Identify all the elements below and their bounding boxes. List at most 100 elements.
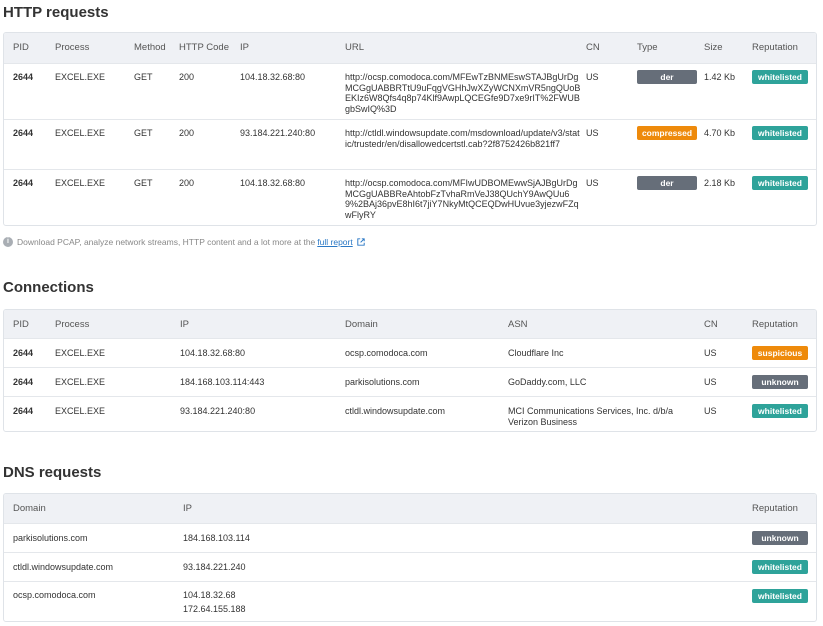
reputation-badge: whitelisted [752, 176, 808, 190]
domain-cell: ocsp.comodoca.com [345, 348, 428, 358]
ip-cell: 184.168.103.114 [183, 533, 250, 543]
cn-cell: US [586, 178, 599, 188]
ip-cell: 104.18.32.68:80 [180, 348, 246, 358]
col-cn: CN [586, 42, 600, 53]
col-url: URL [345, 42, 365, 53]
table-row[interactable]: 2644 EXCEL.EXE 104.18.32.68:80 ocsp.como… [4, 338, 816, 367]
type-badge: der [637, 70, 697, 84]
domain-cell: ocsp.comodoca.com [13, 590, 96, 600]
domain-cell: parkisolutions.com [13, 533, 88, 543]
ip-cell: 104.18.32.68:80 [240, 72, 306, 82]
size-cell: 4.70 Kb [704, 128, 736, 138]
ip-cell: 184.168.103.114:443 [180, 377, 265, 387]
process-cell: EXCEL.EXE [55, 128, 106, 138]
table-row[interactable]: 2644 EXCEL.EXE GET 200 104.18.32.68:80 h… [4, 169, 816, 225]
code-cell: 200 [179, 72, 195, 82]
table-row[interactable]: 2644 EXCEL.EXE GET 200 104.18.32.68:80 h… [4, 63, 816, 119]
cn-cell: US [586, 72, 599, 82]
col-process: Process [55, 42, 90, 53]
col-ip: IP [183, 503, 192, 514]
reputation-badge: whitelisted [752, 589, 808, 603]
note-text: Download PCAP, analyze network streams, … [17, 237, 316, 247]
url-cell[interactable]: http://ocsp.comodoca.com/MFEwTzBNMEswSTA… [345, 72, 581, 114]
reputation-badge: whitelisted [752, 560, 808, 574]
size-cell: 2.18 Kb [704, 178, 736, 188]
process-cell: EXCEL.EXE [55, 377, 106, 387]
table-row[interactable]: 2644 EXCEL.EXE 184.168.103.114:443 parki… [4, 367, 816, 396]
domain-cell: ctldl.windowsupdate.com [13, 562, 114, 572]
col-pid: PID [13, 319, 29, 330]
asn-cell: MCI Communications Services, Inc. d/b/a … [508, 406, 674, 427]
process-cell: EXCEL.EXE [55, 406, 106, 416]
ip-cell-secondary: 172.64.155.188 [183, 604, 246, 614]
table-row[interactable]: parkisolutions.com 184.168.103.114 unkno… [4, 523, 816, 552]
col-reputation: Reputation [752, 503, 798, 514]
process-cell: EXCEL.EXE [55, 72, 106, 82]
table-header: PID Process Method HTTP Code IP URL CN T… [4, 33, 816, 63]
pid-cell: 2644 [13, 178, 34, 188]
full-report-link[interactable]: full report [317, 237, 352, 247]
cn-cell: US [704, 348, 717, 358]
col-reputation: Reputation [752, 42, 798, 53]
url-cell[interactable]: http://ctldl.windowsupdate.com/msdownloa… [345, 128, 581, 149]
reputation-badge: whitelisted [752, 404, 808, 418]
code-cell: 200 [179, 128, 195, 138]
reputation-badge: unknown [752, 531, 808, 545]
ip-cell: 93.184.221.240:80 [180, 406, 256, 416]
method-cell: GET [134, 72, 153, 82]
table-row[interactable]: 2644 EXCEL.EXE GET 200 93.184.221.240:80… [4, 119, 816, 169]
cn-cell: US [704, 406, 717, 416]
table-row[interactable]: ocsp.comodoca.com 104.18.32.68 172.64.15… [4, 581, 816, 621]
ip-cell: 93.184.221.240:80 [240, 128, 316, 138]
col-size: Size [704, 42, 723, 53]
connections-title: Connections [3, 279, 94, 296]
domain-cell: parkisolutions.com [345, 377, 420, 387]
code-cell: 200 [179, 178, 195, 188]
table-header: Domain IP Reputation [4, 494, 816, 523]
col-asn: ASN [508, 319, 528, 330]
dns-requests-table: Domain IP Reputation parkisolutions.com … [3, 493, 817, 622]
process-cell: EXCEL.EXE [55, 348, 106, 358]
pid-cell: 2644 [13, 406, 34, 416]
col-reputation: Reputation [752, 319, 798, 330]
http-requests-table: PID Process Method HTTP Code IP URL CN T… [3, 32, 817, 226]
domain-cell: ctldl.windowsupdate.com [345, 406, 446, 416]
col-http-code: HTTP Code [179, 42, 229, 53]
reputation-badge: suspicious [752, 346, 808, 360]
reputation-badge: unknown [752, 375, 808, 389]
size-cell: 1.42 Kb [704, 72, 736, 82]
col-ip: IP [240, 42, 249, 53]
col-pid: PID [13, 42, 29, 53]
connections-table: PID Process IP Domain ASN CN Reputation … [3, 309, 817, 432]
col-ip: IP [180, 319, 189, 330]
dns-requests-title: DNS requests [3, 464, 102, 481]
col-process: Process [55, 319, 90, 330]
table-row[interactable]: 2644 EXCEL.EXE 93.184.221.240:80 ctldl.w… [4, 396, 816, 431]
type-badge: der [637, 176, 697, 190]
external-link-icon[interactable] [357, 238, 365, 246]
col-domain: Domain [345, 319, 378, 330]
col-cn: CN [704, 319, 718, 330]
asn-cell: Cloudflare Inc [508, 348, 564, 358]
http-requests-title: HTTP requests [3, 4, 109, 21]
pid-cell: 2644 [13, 72, 34, 82]
pid-cell: 2644 [13, 377, 34, 387]
ip-cell: 104.18.32.68 [183, 590, 236, 600]
process-cell: EXCEL.EXE [55, 178, 106, 188]
pid-cell: 2644 [13, 128, 34, 138]
pid-cell: 2644 [13, 348, 34, 358]
table-row[interactable]: ctldl.windowsupdate.com 93.184.221.240 w… [4, 552, 816, 581]
col-domain: Domain [13, 503, 46, 514]
full-report-note: i Download PCAP, analyze network streams… [3, 237, 365, 247]
reputation-badge: whitelisted [752, 126, 808, 140]
table-header: PID Process IP Domain ASN CN Reputation [4, 310, 816, 338]
method-cell: GET [134, 128, 153, 138]
cn-cell: US [704, 377, 717, 387]
type-badge: compressed [637, 126, 697, 140]
url-cell[interactable]: http://ocsp.comodoca.com/MFIwUDBOMEwwSjA… [345, 178, 581, 220]
method-cell: GET [134, 178, 153, 188]
ip-cell: 104.18.32.68:80 [240, 178, 306, 188]
reputation-badge: whitelisted [752, 70, 808, 84]
cn-cell: US [586, 128, 599, 138]
asn-cell: GoDaddy.com, LLC [508, 377, 587, 387]
